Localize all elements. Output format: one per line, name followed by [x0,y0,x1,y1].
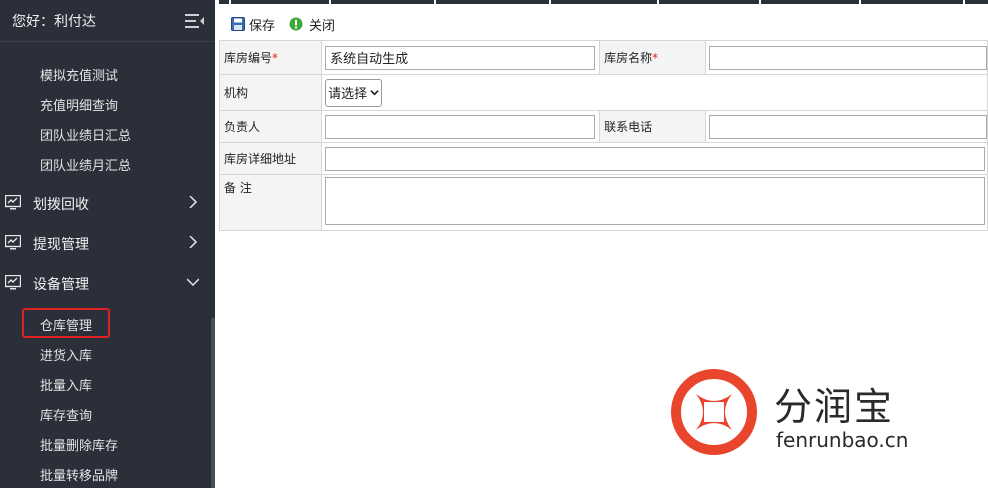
address-input[interactable] [325,146,986,171]
sidebar-group-transfer[interactable]: 划拨回收 [0,190,215,216]
person-label: 负责人 [224,120,261,134]
chevron-right-icon [189,196,198,208]
sidebar-item-warehouse[interactable]: 仓库管理 [40,315,92,334]
sidebar-group-device[interactable]: 设备管理 [0,270,215,296]
brand-watermark: 分润宝 fenrunbao.cn [670,368,930,458]
org-label: 机构 [224,86,249,100]
brand-url: fenrunbao.cn [776,428,909,452]
sidebar-item-stock-in[interactable]: 进货入库 [40,345,92,364]
org-select[interactable]: 请选择 [325,78,383,107]
chevron-right-icon [189,236,198,248]
name-label-cell: 库房名称* [599,40,706,75]
sidebar: 您好：利付达 模拟充值测试 充值明细查询 团队业绩日汇总 团队业绩月汇总 划拨回… [0,0,215,488]
required-mark: * [652,51,659,65]
sidebar-item-team-daily[interactable]: 团队业绩日汇总 [40,125,131,144]
tab-strip [219,0,988,4]
brand-name: 分润宝 [774,385,895,429]
chevron-down-icon [370,90,379,96]
sidebar-group-label: 划拨回收 [33,197,89,213]
code-label: 库房编号 [224,51,273,65]
close-label: 关闭 [309,18,336,34]
close-button[interactable]: 关闭 [289,14,335,34]
app-root: 您好：利付达 模拟充值测试 充值明细查询 团队业绩日汇总 团队业绩月汇总 划拨回… [0,0,988,488]
warehouse-form: 库房编号* 库房名称* 机构 请选择 [218,40,988,231]
chevron-down-icon [187,278,199,287]
phone-label: 联系电话 [604,120,653,134]
menu-collapse-icon[interactable] [185,13,205,29]
warehouse-code-input[interactable] [325,45,596,70]
name-label: 库房名称 [604,51,653,65]
phone-label-cell: 联系电话 [599,110,706,143]
floppy-disk-icon [231,17,245,31]
remark-textarea[interactable] [325,176,986,225]
sidebar-item-inventory-query[interactable]: 库存查询 [40,405,92,424]
remark-label-cell: 备 注 [218,174,323,231]
required-mark: * [272,51,279,65]
sidebar-group-label: 提现管理 [33,237,89,253]
address-label: 库房详细地址 [224,152,297,166]
sidebar-item-batch-transfer[interactable]: 批量转移品牌 [40,465,118,484]
sidebar-item-mock-recharge[interactable]: 模拟充值测试 [40,65,118,84]
remark-label: 备 注 [224,181,252,195]
exclamation-circle-icon [289,17,303,31]
save-label: 保存 [249,18,276,34]
sidebar-group-label: 设备管理 [33,277,89,293]
brand-logo [671,369,757,455]
monitor-chart-icon [5,195,21,210]
sidebar-item-batch-delete[interactable]: 批量删除库存 [40,435,118,454]
warehouse-name-input[interactable] [708,45,987,70]
person-label-cell: 负责人 [218,110,323,143]
toolbar: 保存 关闭 [219,10,988,38]
sidebar-group-withdraw[interactable]: 提现管理 [0,230,215,256]
monitor-chart-icon [5,235,21,250]
code-label-cell: 库房编号* [218,40,323,75]
sidebar-item-team-monthly[interactable]: 团队业绩月汇总 [40,155,131,174]
sidebar-item-batch-in[interactable]: 批量入库 [40,375,92,394]
person-input[interactable] [325,114,596,139]
monitor-chart-icon [5,275,21,290]
sidebar-header: 您好：利付达 [0,0,215,42]
sidebar-item-recharge-detail[interactable]: 充值明细查询 [40,95,118,114]
org-label-cell: 机构 [218,74,323,111]
phone-input[interactable] [708,114,987,139]
address-label-cell: 库房详细地址 [218,142,323,175]
save-button[interactable]: 保存 [231,14,275,34]
user-greeting: 您好：利付达 [12,14,96,30]
sidebar-scrollbar[interactable] [211,318,215,488]
org-select-value: 请选择 [328,87,368,102]
